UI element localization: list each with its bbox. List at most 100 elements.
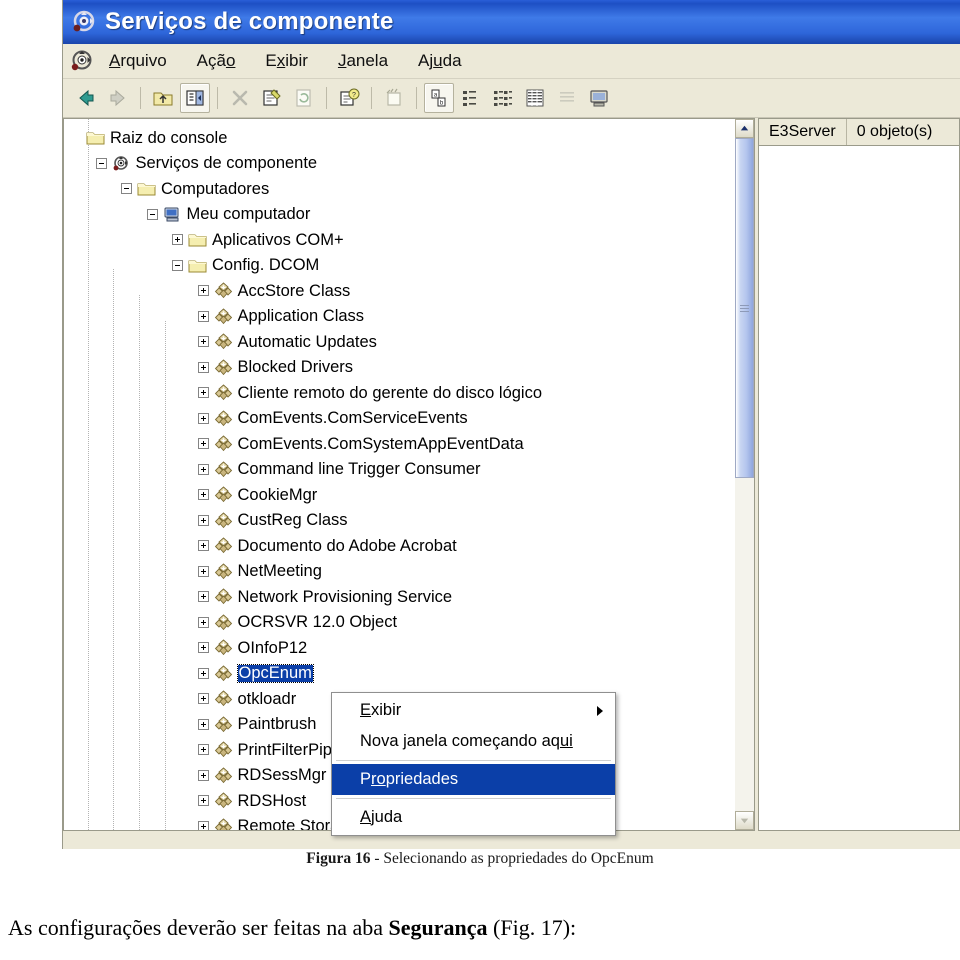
column-header-e3server[interactable]: E3Server <box>759 119 847 145</box>
expand-icon[interactable] <box>197 412 209 424</box>
tree-item[interactable]: OpcEnum <box>70 661 735 687</box>
new-object-icon[interactable] <box>379 83 409 113</box>
tree-item[interactable]: Serviços de componente <box>70 151 735 177</box>
tree-item[interactable]: OCRSVR 12.0 Object <box>70 610 735 636</box>
tree-item[interactable]: Cliente remoto do gerente do disco lógic… <box>70 380 735 406</box>
figure-caption-text: - Selecionando as propriedades do OpcEnu… <box>370 850 654 867</box>
back-icon[interactable] <box>71 83 101 113</box>
scroll-up-icon[interactable] <box>735 119 754 138</box>
expand-icon[interactable] <box>197 693 209 705</box>
expand-icon[interactable] <box>197 514 209 526</box>
list-view-icon[interactable] <box>488 83 518 113</box>
large-icons-view-icon[interactable]: a b <box>424 83 454 113</box>
figure-caption: Figura 16 - Selecionando as propriedades… <box>0 850 960 868</box>
tree-item-label: OpcEnum <box>236 664 314 683</box>
tree-item[interactable]: Aplicativos COM+ <box>70 227 735 253</box>
tree-item[interactable]: Network Provisioning Service <box>70 584 735 610</box>
up-one-level-icon[interactable] <box>148 83 178 113</box>
expand-icon[interactable] <box>197 744 209 756</box>
expand-icon[interactable] <box>197 820 209 830</box>
tree-item[interactable]: Meu computador <box>70 202 735 228</box>
tree-item[interactable]: OInfoP12 <box>70 635 735 661</box>
expand-icon[interactable] <box>197 285 209 297</box>
tree-item[interactable]: Blocked Drivers <box>70 355 735 381</box>
scrollbar-thumb[interactable] <box>735 138 754 478</box>
collapse-icon[interactable] <box>95 157 107 169</box>
tree-item[interactable]: NetMeeting <box>70 559 735 585</box>
collapse-icon[interactable] <box>146 208 158 220</box>
show-hide-console-tree-icon[interactable] <box>180 83 210 113</box>
menu-acao[interactable]: Ação <box>197 51 236 71</box>
tree-item[interactable]: Raiz do console <box>70 125 735 151</box>
tree-item-label: RDSHost <box>237 791 307 810</box>
ctx-exibir[interactable]: Exibir <box>332 695 615 726</box>
refresh-icon[interactable] <box>289 83 319 113</box>
toolbar-separator <box>416 87 417 109</box>
body-text-bold: Segurança <box>388 915 488 940</box>
small-icons-view-icon[interactable] <box>456 83 486 113</box>
delete-icon[interactable] <box>225 83 255 113</box>
menu-janela[interactable]: Janela <box>338 51 388 71</box>
expand-icon[interactable] <box>197 795 209 807</box>
properties-icon[interactable] <box>257 83 287 113</box>
tree-item[interactable]: Automatic Updates <box>70 329 735 355</box>
folder-icon <box>137 180 156 197</box>
body-text-pre: As configurações deverão ser feitas na a… <box>8 915 389 940</box>
tree-vertical-scrollbar[interactable] <box>735 118 755 831</box>
tree-item[interactable]: CustReg Class <box>70 508 735 534</box>
help-icon[interactable]: ? <box>334 83 364 113</box>
scroll-down-icon[interactable] <box>735 811 754 830</box>
expand-icon[interactable] <box>197 387 209 399</box>
scrollbar-grip-icon <box>740 305 749 312</box>
expand-icon[interactable] <box>172 234 183 246</box>
folder-icon <box>188 257 207 274</box>
tree-item[interactable]: Command line Trigger Consumer <box>70 457 735 483</box>
dcom-object-icon <box>214 690 233 707</box>
dcom-object-icon <box>214 410 233 427</box>
tree-item[interactable]: Config. DCOM <box>70 253 735 279</box>
expand-icon[interactable] <box>197 361 209 373</box>
tree-item[interactable]: AccStore Class <box>70 278 735 304</box>
column-header-object-count[interactable]: 0 objeto(s) <box>847 119 943 145</box>
ctx-nova-janela-label: Nova janela começando aqui <box>360 732 573 750</box>
scrollbar-track[interactable] <box>735 138 754 811</box>
expand-icon[interactable] <box>197 769 209 781</box>
tree-item-label: Blocked Drivers <box>237 358 354 376</box>
ctx-exibir-label: Exibir <box>360 701 402 719</box>
tree-item[interactable]: Computadores <box>70 176 735 202</box>
report-view-icon[interactable] <box>552 83 582 113</box>
expand-icon[interactable] <box>197 463 209 475</box>
expand-icon[interactable] <box>197 718 209 730</box>
tree-item[interactable]: CookieMgr <box>70 482 735 508</box>
detail-view-icon[interactable] <box>520 83 550 113</box>
expand-icon[interactable] <box>197 616 209 628</box>
body-paragraph: As configurações deverão ser feitas na a… <box>8 915 952 941</box>
tree-item[interactable]: ComEvents.ComSystemAppEventData <box>70 431 735 457</box>
collapse-icon[interactable] <box>172 259 183 271</box>
forward-icon[interactable] <box>103 83 133 113</box>
expand-icon[interactable] <box>197 667 209 679</box>
ctx-ajuda[interactable]: Ajuda <box>332 802 615 833</box>
ctx-nova-janela[interactable]: Nova janela começando aqui <box>332 726 615 757</box>
menu-ajuda[interactable]: Ajuda <box>418 51 462 71</box>
expand-icon[interactable] <box>197 591 209 603</box>
computer-view-icon[interactable] <box>584 83 614 113</box>
svg-text:?: ? <box>352 92 356 99</box>
expand-icon[interactable] <box>197 310 209 322</box>
menu-exibir[interactable]: Exibir <box>265 51 308 71</box>
collapse-icon[interactable] <box>121 183 132 195</box>
expand-icon[interactable] <box>197 540 209 552</box>
expand-icon[interactable] <box>197 336 209 348</box>
menu-arquivo[interactable]: Arquivo <box>109 51 167 71</box>
tree-item[interactable]: ComEvents.ComServiceEvents <box>70 406 735 432</box>
ctx-propriedades[interactable]: Propriedades <box>332 764 615 795</box>
tree-item[interactable]: Documento do Adobe Acrobat <box>70 533 735 559</box>
expand-icon[interactable] <box>197 565 209 577</box>
expand-icon[interactable] <box>197 642 209 654</box>
expand-icon[interactable] <box>197 438 209 450</box>
toolbar: ? a b <box>63 79 960 118</box>
tree-item[interactable]: Application Class <box>70 304 735 330</box>
tree-item-label: Command line Trigger Consumer <box>237 460 481 478</box>
expand-icon[interactable] <box>197 489 209 501</box>
